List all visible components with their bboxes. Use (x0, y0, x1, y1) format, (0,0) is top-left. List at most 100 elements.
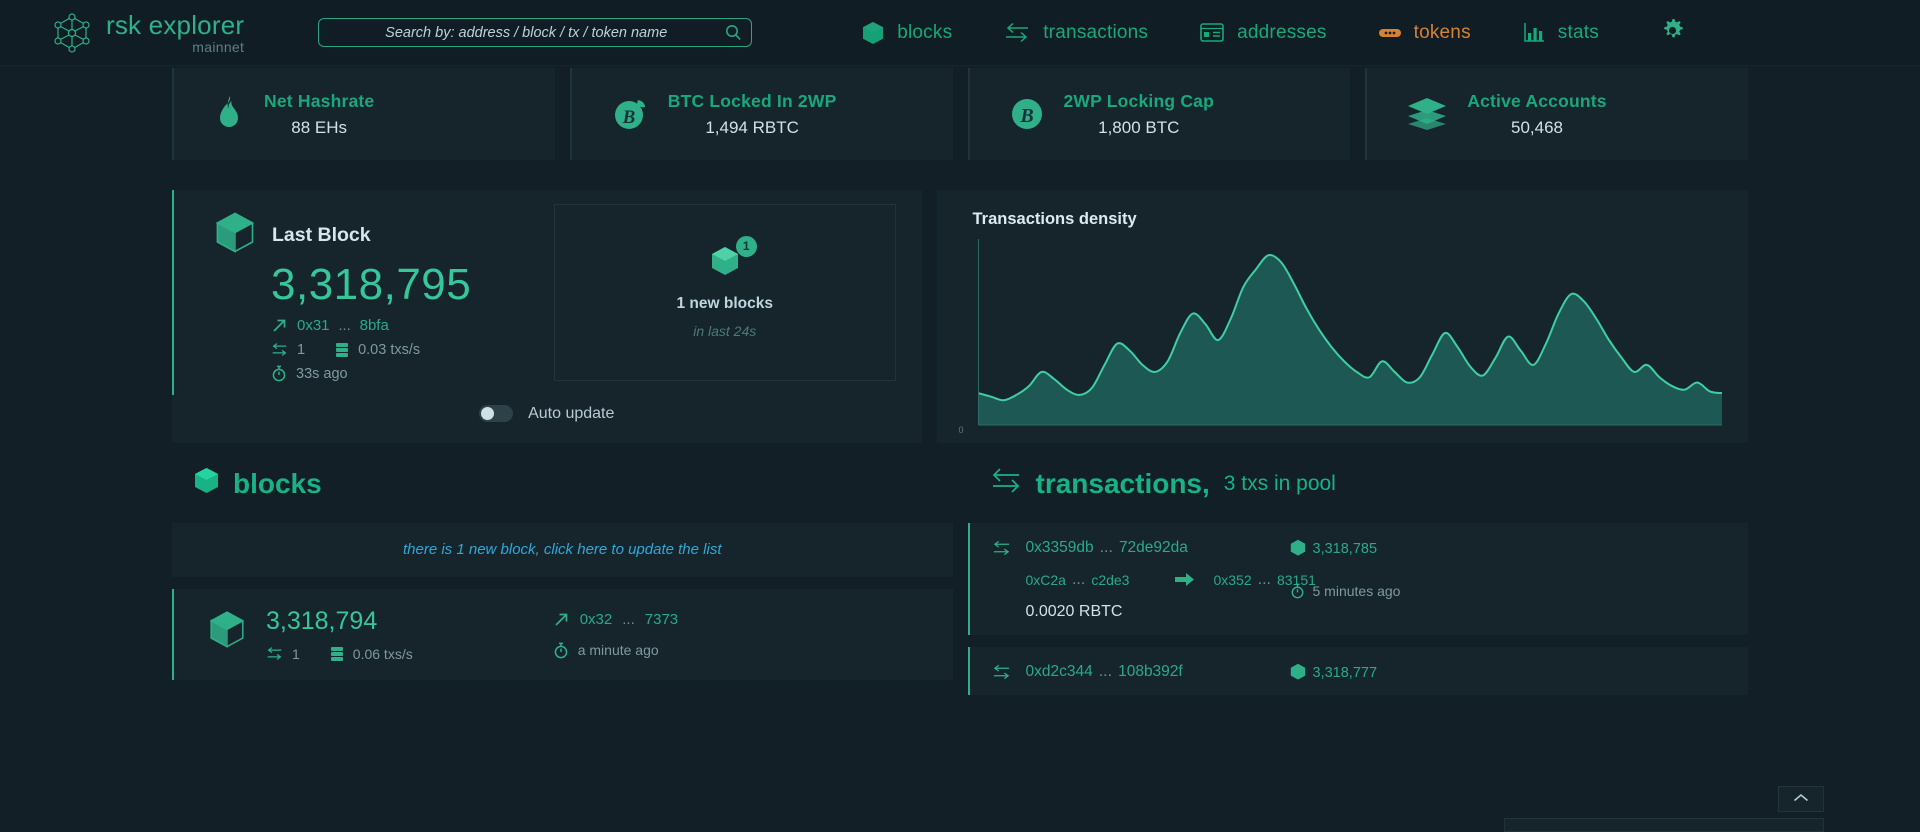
chart-title: Transactions density (972, 210, 1137, 228)
cube-icon (1290, 539, 1306, 560)
tx-block-link[interactable]: 3,318,785 (1290, 539, 1377, 560)
nav-item-transactions[interactable]: transactions (978, 22, 1174, 44)
stat-card-2wp-locking-cap[interactable]: B 2WP Locking Cap 1,800 BTC (967, 68, 1351, 160)
database-icon (330, 646, 344, 662)
layers-icon (1407, 97, 1447, 131)
nav-item-blocks[interactable]: blocks (836, 21, 978, 45)
tx-block-link[interactable]: 3,318,777 (1290, 663, 1378, 684)
dashboard-panels: Last Block 3,318,795 0x31 ... 8bfa 1 0.0… (172, 190, 1748, 443)
stat-value: 1,494 RBTC (705, 117, 799, 137)
tx-from-address[interactable]: 0xC2a (1026, 572, 1066, 588)
new-block-notice[interactable]: there is 1 new block, click here to upda… (172, 522, 953, 577)
nav-label-stats: stats (1557, 21, 1599, 43)
search-box[interactable] (318, 18, 753, 47)
gear-icon[interactable] (1661, 18, 1684, 42)
new-blocks-badge: 1 (735, 235, 757, 257)
toggle-knob (481, 407, 495, 421)
transaction-list-item[interactable]: 0x3359db ... 72de92da 3,318,785 0xC2a ..… (967, 522, 1748, 635)
search-icon[interactable] (725, 24, 742, 46)
stat-label: Active Accounts (1467, 90, 1607, 111)
last-block-hash-suffix: 8bfa (359, 316, 389, 334)
block-tx-count: 1 (292, 645, 300, 662)
stats-cards-row: Net Hashrate 88 EHs B BTC Locked In 2WP … (172, 66, 1748, 160)
stat-value: 88 EHs (291, 117, 348, 137)
blocks-section-header: blocks (172, 467, 953, 501)
brand[interactable]: rsk explorer mainnet (52, 12, 244, 54)
swap-icon (271, 342, 288, 357)
last-block-hash-prefix: 0x31 (297, 316, 330, 334)
stopwatch-icon (271, 365, 287, 382)
block-hash-row[interactable]: 0x32 ... 7373 (553, 611, 678, 628)
stat-card-active-accounts[interactable]: Active Accounts 50,468 (1365, 68, 1748, 160)
chart-area: 0 (959, 239, 1723, 435)
block-hash-suffix: 7373 (644, 610, 679, 628)
top-header: rsk explorer mainnet blocks (0, 0, 1920, 66)
chevron-up-icon (1793, 790, 1809, 808)
blocks-section: blocks there is 1 new block, click here … (172, 467, 953, 695)
nav-label-transactions: transactions (1043, 21, 1149, 43)
block-hash-prefix: 0x32 (579, 610, 613, 628)
cube-icon-wrap: 1 (711, 235, 757, 281)
auto-update-toggle[interactable] (479, 405, 514, 423)
cube-icon (1290, 663, 1306, 684)
new-blocks-card[interactable]: 1 1 new blocks in last 24s (554, 204, 896, 381)
last-block-number[interactable]: 3,318,795 (271, 260, 536, 311)
transactions-section-header: transactions, 3 txs in pool (968, 467, 1749, 501)
brand-title: rsk explorer (106, 9, 245, 40)
bitcoin-leaf-icon: B (612, 96, 648, 132)
arrow-right-icon (1175, 572, 1195, 587)
blocks-section-title: blocks (233, 467, 322, 499)
tx-hash-suffix: 72de92da (1118, 538, 1188, 556)
chart-zero-label: 0 (958, 425, 964, 435)
hash-ellipsis: ... (338, 317, 351, 334)
token-icon (1378, 26, 1401, 40)
last-block-tx-rate: 0.03 txs/s (358, 341, 421, 358)
settings-button[interactable] (1647, 18, 1698, 47)
transaction-list-item[interactable]: 0xd2c344 ... 108b392f 3,318,777 (967, 646, 1748, 695)
block-number[interactable]: 3,318,794 (266, 607, 413, 636)
tx-time: 5 minutes ago (1312, 582, 1401, 599)
nav-item-stats[interactable]: stats (1497, 22, 1625, 44)
stat-card-btc-locked[interactable]: B BTC Locked In 2WP 1,494 RBTC (569, 68, 953, 160)
tx-hash-prefix: 0x3359db (1025, 538, 1094, 556)
nav-item-tokens[interactable]: tokens (1353, 22, 1497, 44)
tx-block-number: 3,318,777 (1312, 665, 1378, 682)
tx-from-suffix[interactable]: c2de3 (1091, 572, 1129, 588)
new-blocks-subtitle: in last 24s (693, 322, 757, 339)
brand-subtitle: mainnet (192, 38, 245, 55)
block-list-item[interactable]: 3,318,794 1 0.06 txs/s 0x32 ... 7373 a m… (172, 588, 953, 680)
stat-card-net-hashrate[interactable]: Net Hashrate 88 EHs (172, 68, 555, 160)
svg-text:B: B (621, 107, 635, 128)
hash-ellipsis: ... (1098, 662, 1113, 680)
stopwatch-icon (1290, 583, 1305, 599)
block-age-row: a minute ago (553, 642, 678, 659)
transactions-density-panel: Transactions density 0 (936, 190, 1748, 443)
to-ellipsis: ... (1257, 570, 1271, 588)
last-block-tx-count: 1 (297, 341, 306, 358)
scroll-to-top-button[interactable] (1778, 786, 1824, 812)
tx-hash-prefix: 0xd2c344 (1025, 662, 1093, 680)
swap-icon (992, 664, 1026, 680)
new-blocks-title: 1 new blocks (676, 294, 773, 312)
stat-label: 2WP Locking Cap (1063, 90, 1214, 111)
swap-icon (992, 540, 1026, 556)
auto-update-label: Auto update (528, 404, 615, 422)
swap-icon (1004, 22, 1030, 44)
hash-ellipsis: ... (1099, 538, 1113, 556)
arrow-up-right-icon (271, 317, 288, 334)
stat-value: 1,800 BTC (1098, 117, 1180, 137)
stat-label: BTC Locked In 2WP (667, 90, 837, 111)
last-block-age-row: 33s ago (271, 363, 536, 385)
flame-icon (214, 96, 244, 132)
search-input[interactable] (319, 19, 752, 46)
auto-update-control[interactable]: Auto update (172, 395, 922, 443)
nav-label-addresses: addresses (1237, 21, 1327, 43)
hash-ellipsis: ... (622, 610, 635, 628)
tx-to-address[interactable]: 0x352 (1213, 572, 1251, 588)
last-block-panel: Last Block 3,318,795 0x31 ... 8bfa 1 0.0… (172, 190, 922, 443)
last-block-hash-row[interactable]: 0x31 ... 8bfa (271, 315, 536, 337)
last-block-card[interactable]: Last Block 3,318,795 0x31 ... 8bfa 1 0.0… (172, 190, 536, 395)
stat-label: Net Hashrate (264, 90, 375, 111)
nav-item-addresses[interactable]: addresses (1174, 22, 1352, 44)
transactions-density-chart (973, 239, 1723, 431)
